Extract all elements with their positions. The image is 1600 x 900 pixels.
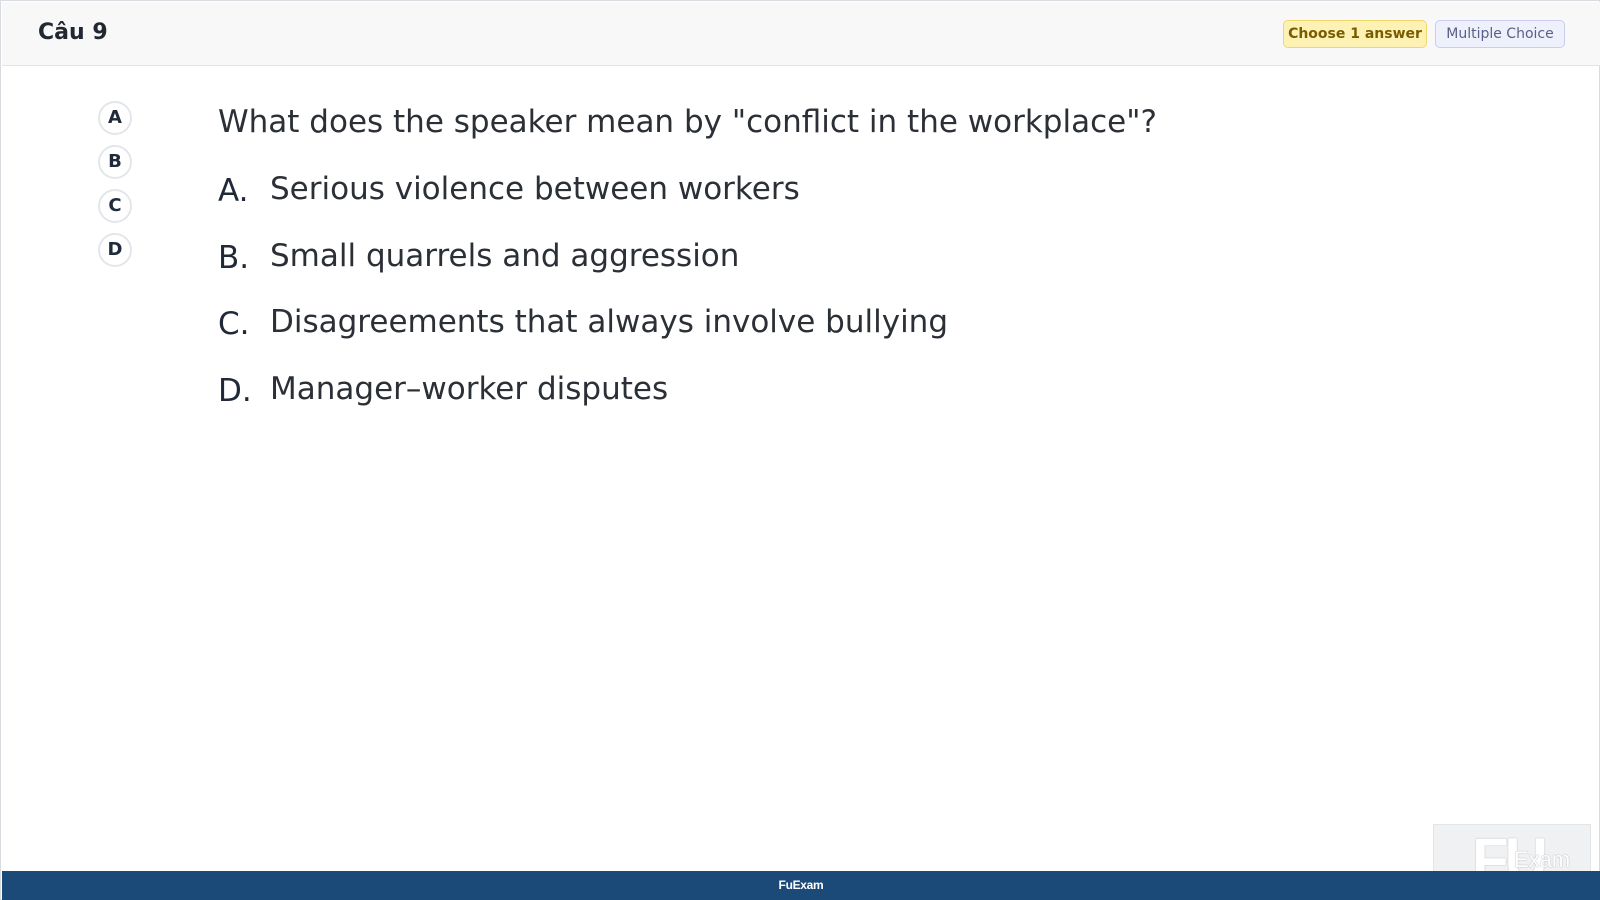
option-text: Small quarrels and aggression bbox=[270, 237, 740, 274]
option-letter: D. bbox=[218, 372, 252, 409]
option-letter: B. bbox=[218, 239, 250, 276]
footer-brand: FuExam bbox=[778, 878, 824, 892]
answer-circle-a[interactable]: A bbox=[98, 101, 132, 135]
question-type-badge: Multiple Choice bbox=[1435, 20, 1565, 48]
question-header: Câu 9 Choose 1 answer Multiple Choice bbox=[2, 2, 1600, 66]
question-text: What does the speaker mean by "conflict … bbox=[218, 104, 1157, 140]
choose-answer-badge: Choose 1 answer bbox=[1283, 20, 1427, 48]
option-letter: A. bbox=[218, 173, 249, 209]
logo-exam-text: Exam bbox=[1514, 847, 1571, 872]
answer-circle-d[interactable]: D bbox=[98, 233, 132, 267]
answer-circle-c[interactable]: C bbox=[98, 189, 132, 223]
exam-window: Câu 9 Choose 1 answer Multiple Choice A … bbox=[0, 0, 1600, 900]
answer-selector: A B C D bbox=[98, 101, 134, 277]
option-letter: C. bbox=[218, 306, 250, 342]
option-text: Manager–worker disputes bbox=[270, 370, 669, 407]
question-number: Câu 9 bbox=[38, 20, 108, 45]
option-text: Serious violence between workers bbox=[270, 171, 800, 207]
answer-circle-b[interactable]: B bbox=[98, 145, 132, 179]
option-text: Disagreements that always involve bullyi… bbox=[270, 304, 949, 340]
footer-bar: FuExam bbox=[2, 871, 1600, 900]
